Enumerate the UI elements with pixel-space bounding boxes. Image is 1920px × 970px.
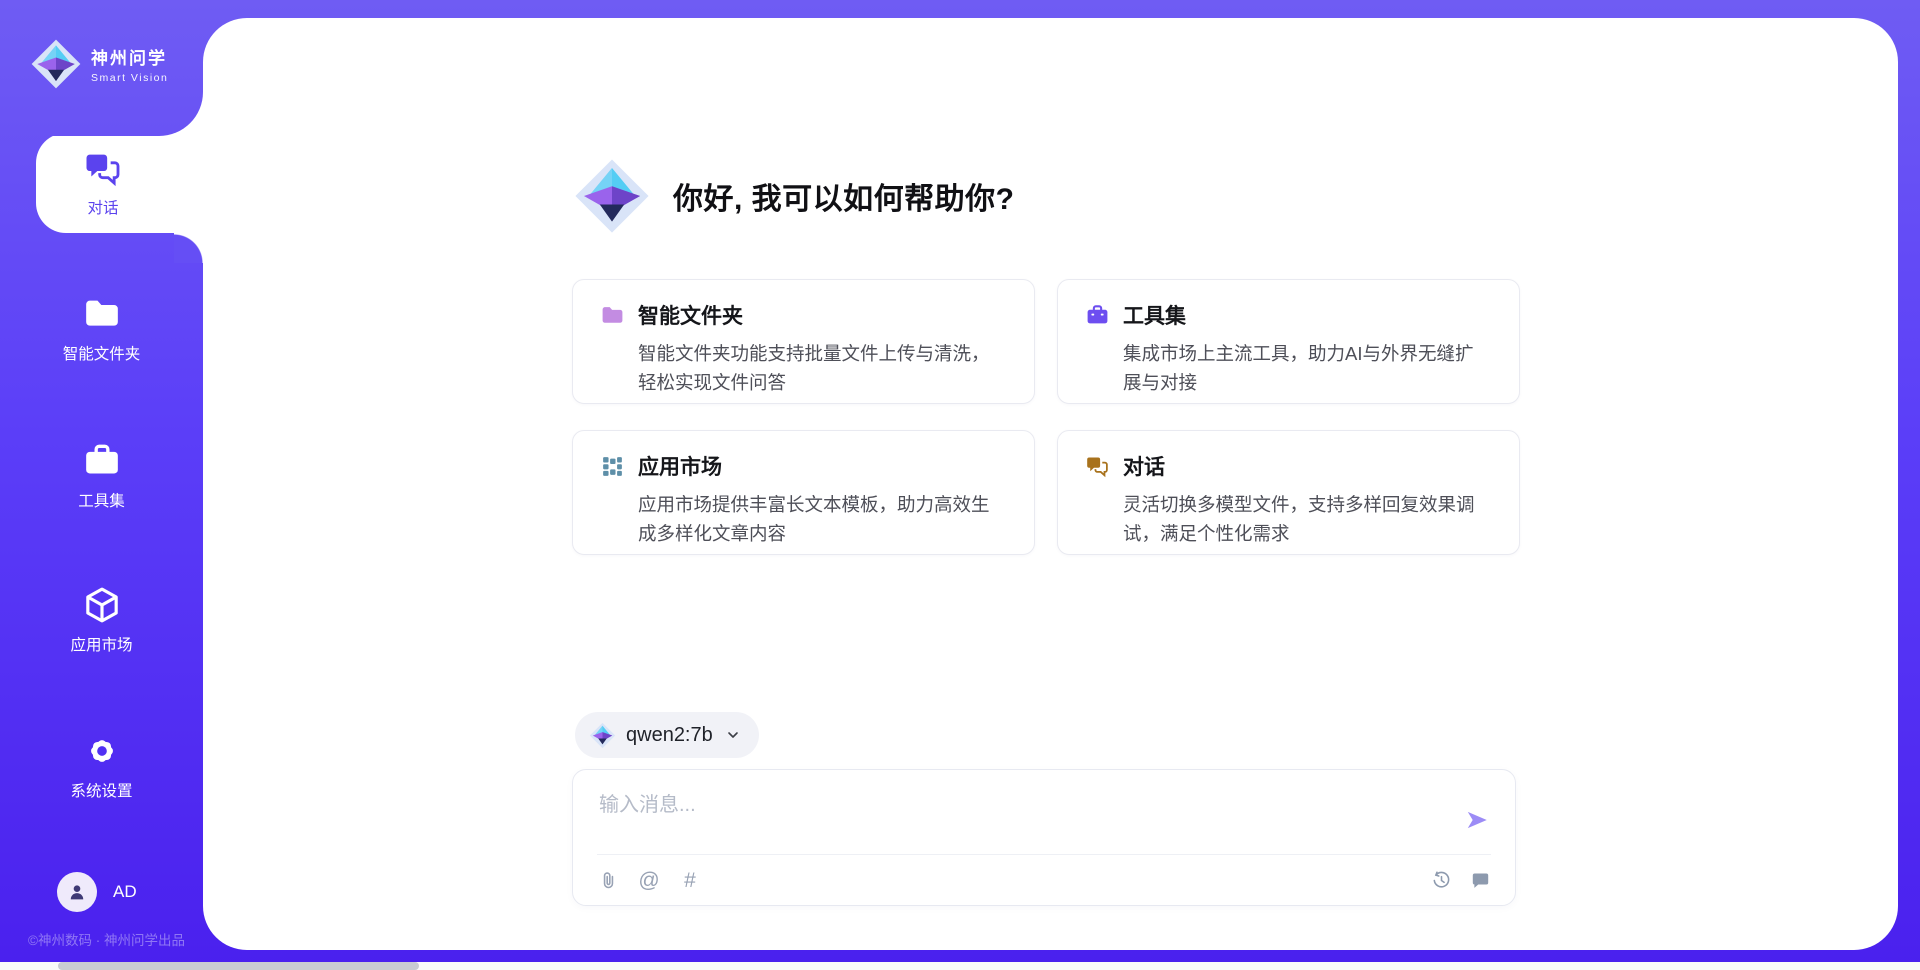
horizontal-scrollbar[interactable]: [0, 962, 1920, 970]
grid-icon: [600, 454, 625, 479]
card-description: 应用市场提供丰富长文本模板，助力高效生成多样化文章内容: [638, 490, 1006, 548]
sidebar-item-chat[interactable]: 对话: [36, 133, 204, 233]
model-selector-value: qwen2:7b: [626, 724, 713, 747]
sidebar-item-settings[interactable]: 系统设置: [0, 731, 203, 801]
avatar: [57, 872, 97, 912]
attachment-icon: [598, 870, 619, 891]
card-description: 集成市场上主流工具，助力AI与外界无缝扩展与对接: [1123, 339, 1491, 397]
card-smart-folder[interactable]: 智能文件夹 智能文件夹功能支持批量文件上传与清洗，轻松实现文件问答: [572, 279, 1035, 404]
app-subtitle: Smart Vision: [91, 72, 168, 84]
greeting-block: 你好, 我可以如何帮助你?: [573, 157, 1015, 235]
folder-icon: [82, 294, 122, 334]
model-selector[interactable]: qwen2:7b: [575, 712, 759, 758]
composer-toolbar: @ #: [597, 854, 1491, 905]
sidebar-item-label: 应用市场: [0, 633, 203, 655]
app-name: 神州问学: [91, 44, 168, 69]
briefcase-icon: [1085, 303, 1110, 328]
sidebar-item-label: 工具集: [0, 489, 203, 511]
sidebar-item-label: 系统设置: [0, 779, 203, 801]
chat-icon: [83, 149, 123, 189]
chat-icon: [1085, 454, 1110, 479]
history-button[interactable]: [1430, 869, 1452, 891]
card-description: 灵活切换多模型文件，支持多样回复效果调试，满足个性化需求: [1123, 490, 1491, 548]
conversations-button[interactable]: [1469, 869, 1491, 891]
sidebar-header: 神州问学 Smart Vision: [0, 0, 203, 136]
card-title: 应用市场: [638, 451, 722, 481]
message-input[interactable]: 输入消息...: [599, 788, 1445, 848]
scrollbar-thumb[interactable]: [58, 962, 419, 970]
card-toolkit[interactable]: 工具集 集成市场上主流工具，助力AI与外界无缝扩展与对接: [1057, 279, 1520, 404]
active-tab-fillet: [174, 233, 204, 263]
mention-button[interactable]: @: [638, 869, 660, 891]
send-button[interactable]: [1461, 804, 1493, 836]
card-title: 对话: [1123, 451, 1165, 481]
copyright-text: ©神州数码 · 神州问学出品: [28, 929, 185, 949]
person-icon: [66, 881, 88, 903]
sidebar-item-toolkit[interactable]: 工具集: [0, 441, 203, 511]
card-app-market[interactable]: 应用市场 应用市场提供丰富长文本模板，助力高效生成多样化文章内容: [572, 430, 1035, 555]
sidebar-item-smart-folder[interactable]: 智能文件夹: [0, 294, 203, 364]
card-title: 工具集: [1123, 300, 1186, 330]
model-logo-icon: [589, 722, 616, 749]
comment-icon: [1470, 870, 1491, 891]
folder-icon: [600, 303, 625, 328]
greeting-title: 你好, 我可以如何帮助你?: [673, 174, 1015, 218]
briefcase-icon: [82, 441, 122, 481]
card-title: 智能文件夹: [638, 300, 743, 330]
app-logo-icon: [30, 38, 82, 90]
gear-icon: [82, 731, 122, 771]
sidebar-item-app-market[interactable]: 应用市场: [0, 585, 203, 655]
card-chat[interactable]: 对话 灵活切换多模型文件，支持多样回复效果调试，满足个性化需求: [1057, 430, 1520, 555]
attach-file-button[interactable]: [597, 869, 619, 891]
message-composer: 输入消息... @ #: [572, 769, 1516, 906]
feature-cards: 智能文件夹 智能文件夹功能支持批量文件上传与清洗，轻松实现文件问答 工具集 集成…: [572, 279, 1520, 555]
hash-icon: #: [684, 870, 696, 891]
chevron-down-icon: [725, 727, 741, 743]
history-icon: [1431, 870, 1452, 891]
mention-icon: @: [638, 870, 659, 891]
sidebar-item-label: 对话: [87, 196, 118, 218]
user-account[interactable]: AD: [57, 872, 137, 912]
card-description: 智能文件夹功能支持批量文件上传与清洗，轻松实现文件问答: [638, 339, 1006, 397]
user-initials: AD: [113, 882, 137, 902]
main-content-panel: 你好, 我可以如何帮助你? 智能文件夹 智能文件夹功能支持批量文件上传与清洗，轻…: [203, 18, 1898, 950]
app-logo-icon: [573, 157, 651, 235]
hash-button[interactable]: #: [679, 869, 701, 891]
cube-icon: [82, 585, 122, 625]
sidebar-item-label: 智能文件夹: [0, 342, 203, 364]
send-icon: [1464, 807, 1490, 833]
